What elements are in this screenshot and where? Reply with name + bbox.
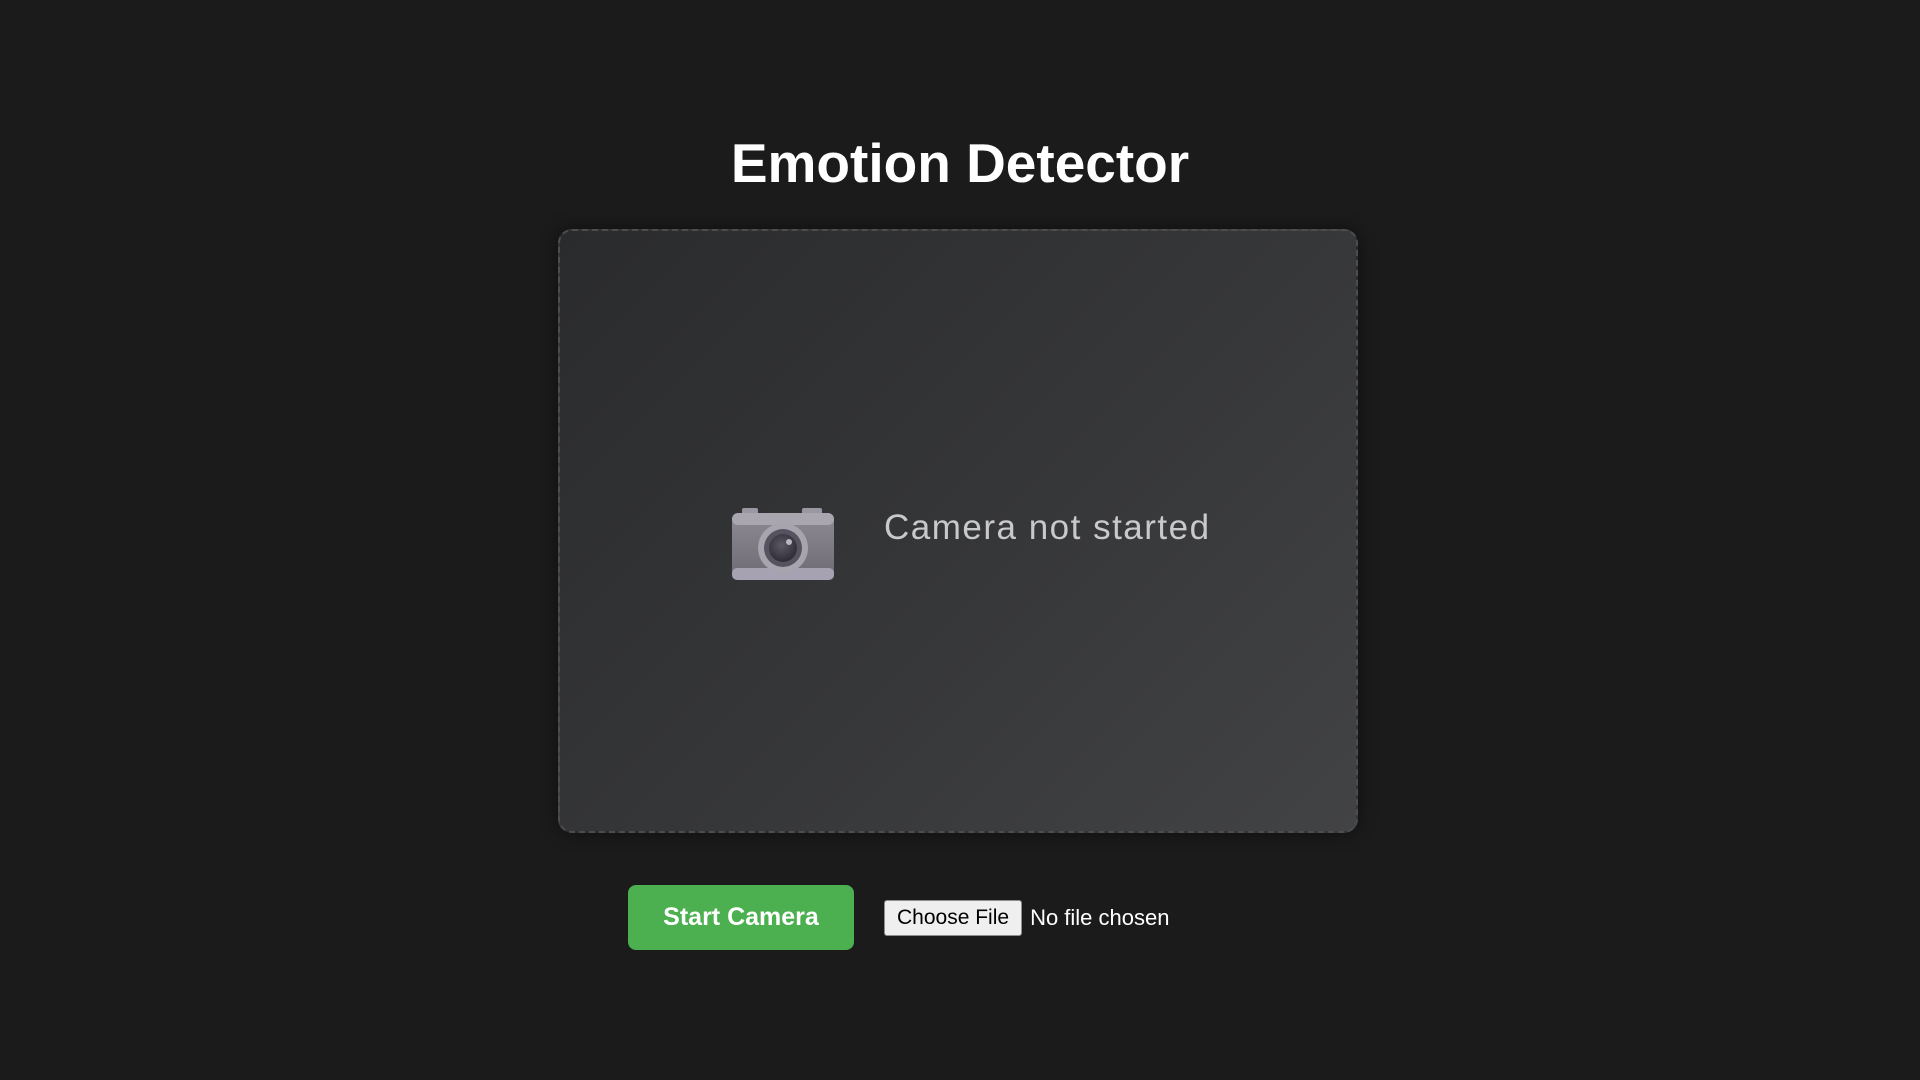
camera-placeholder: Camera not started xyxy=(730,506,1211,582)
camera-status-text: Camera not started xyxy=(884,508,1211,547)
start-camera-button[interactable]: Start Camera xyxy=(628,885,854,950)
camera-icon xyxy=(732,508,834,580)
camera-preview-panel: Camera not started xyxy=(558,229,1358,833)
choose-file-button[interactable]: Choose File xyxy=(884,899,1023,936)
page: Emotion Detector Camera not started Star… xyxy=(0,0,1920,1080)
file-status-text: No file chosen xyxy=(1030,904,1170,930)
file-input[interactable]: Choose File No file chosen xyxy=(884,899,1170,936)
page-title: Emotion Detector xyxy=(730,132,1190,194)
controls-bar: Start Camera Choose File No file chosen xyxy=(628,885,1169,950)
